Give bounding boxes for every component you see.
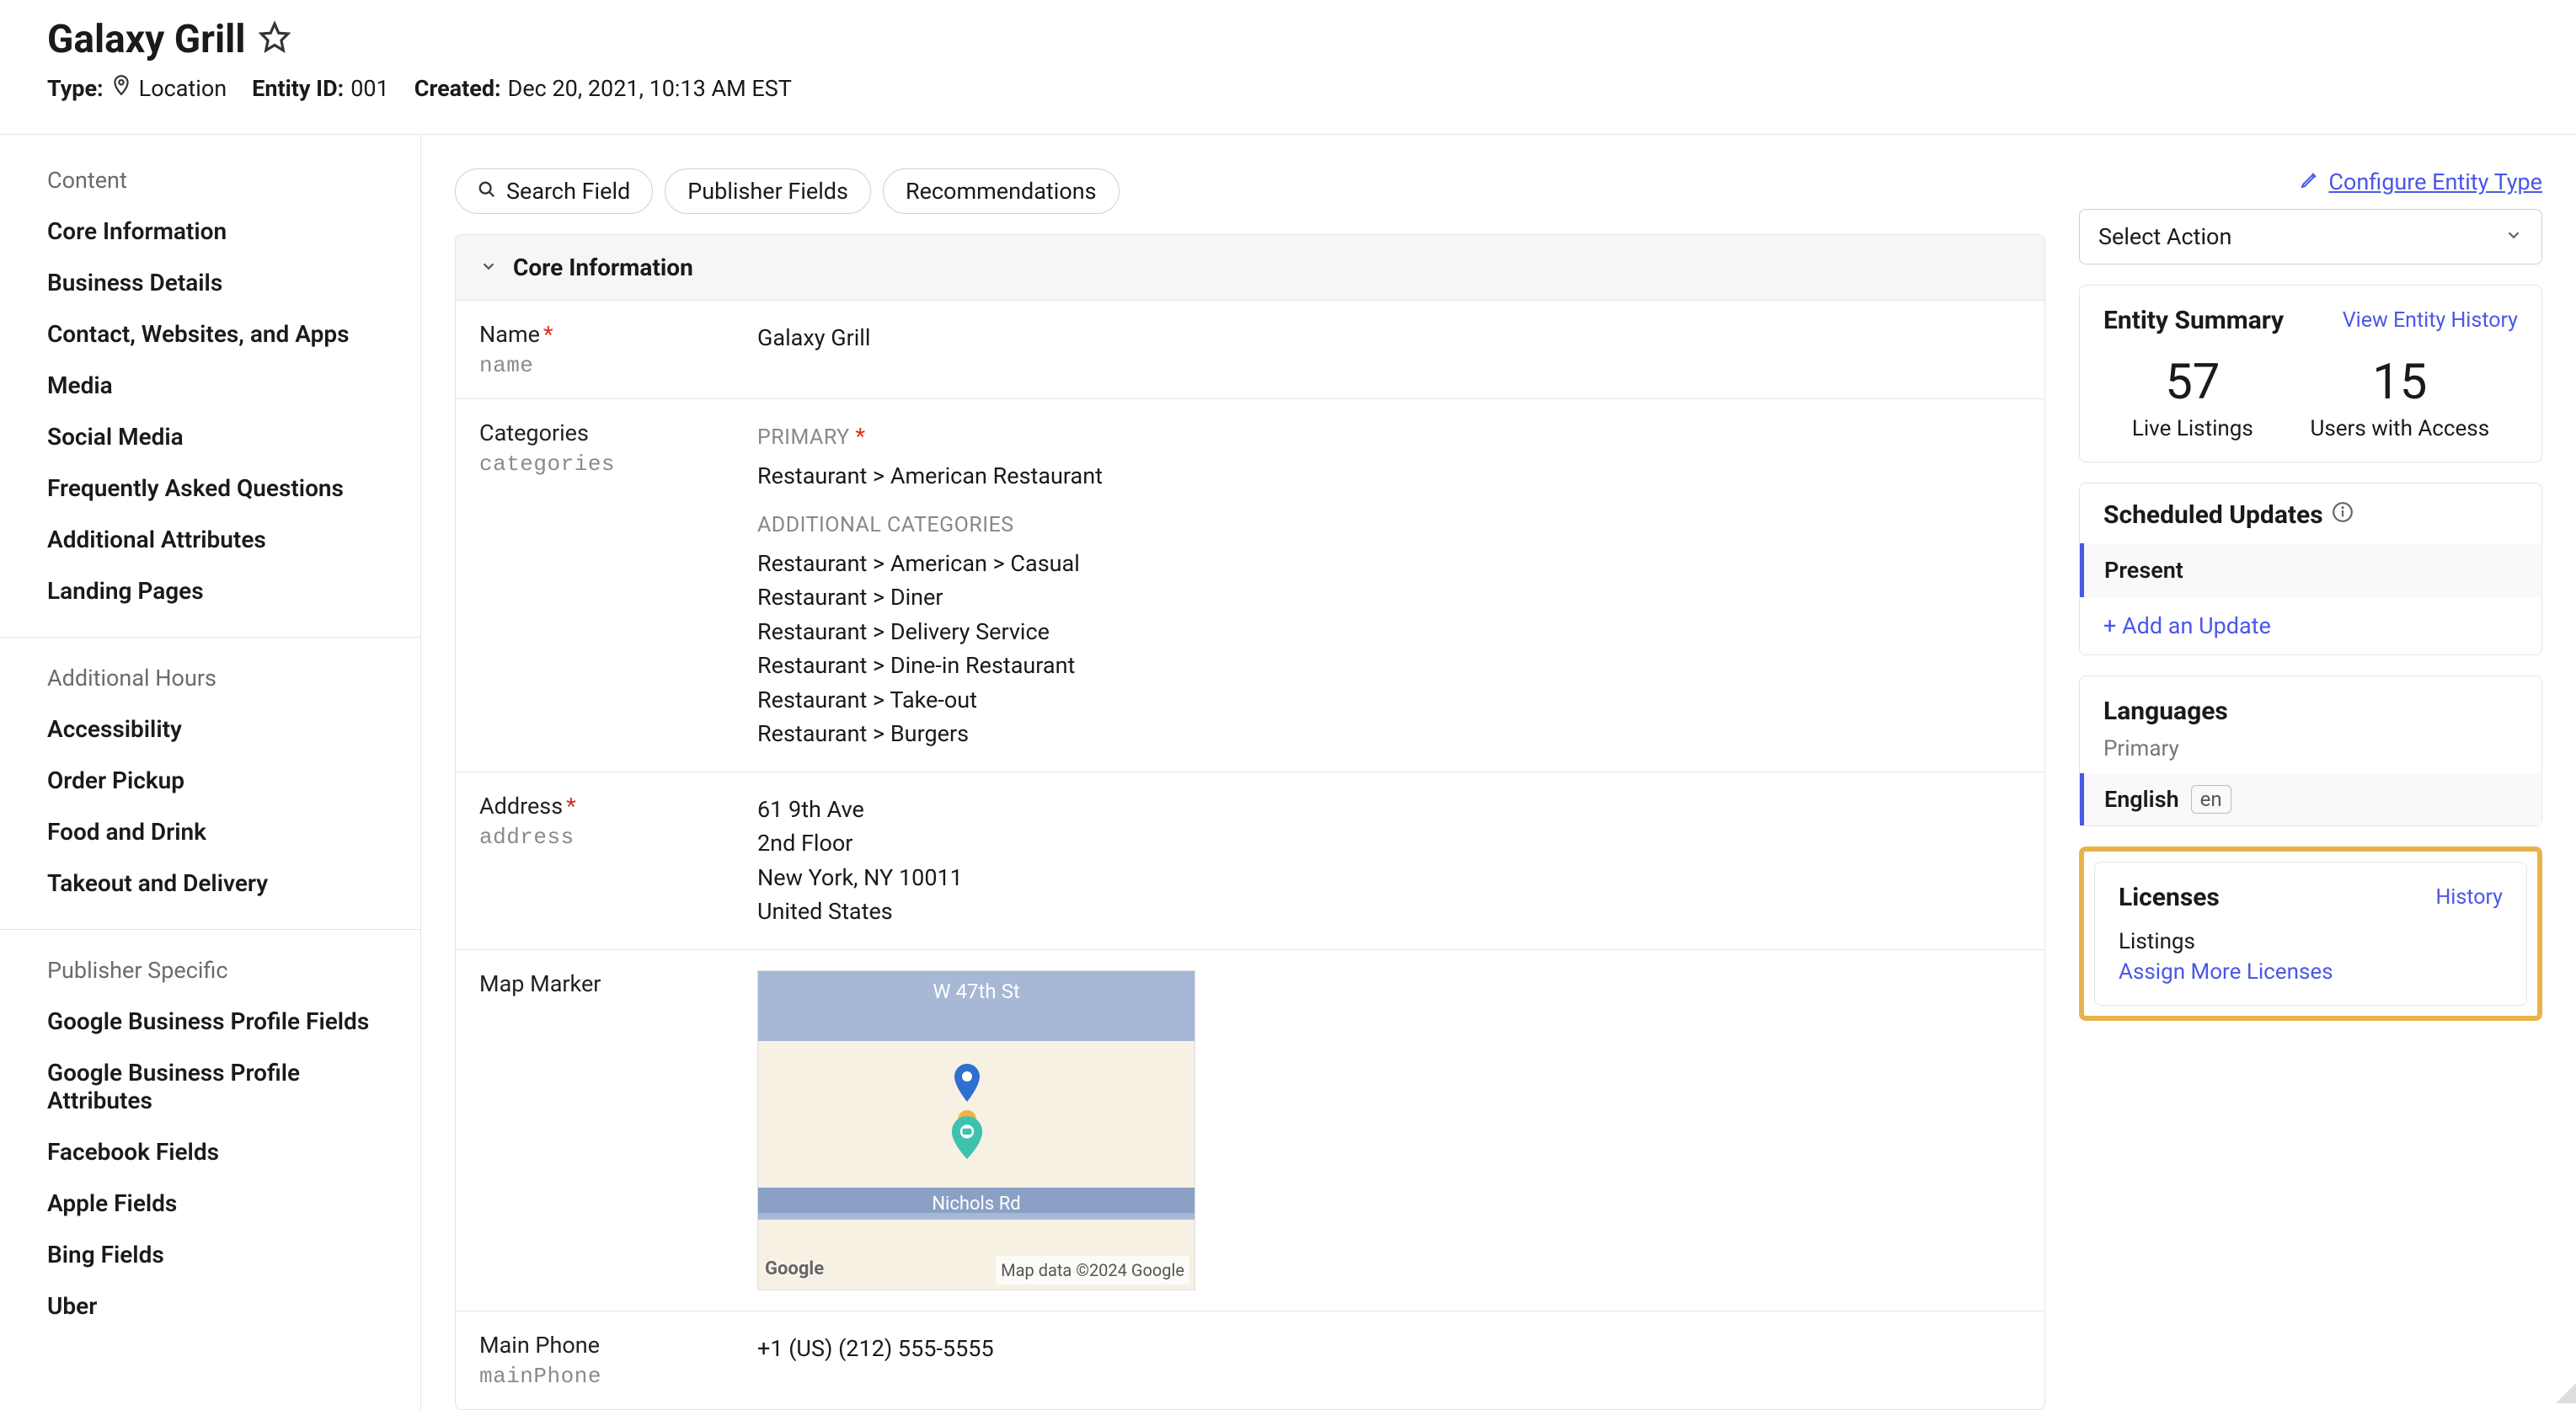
sidebar-item-facebook-fields[interactable]: Facebook Fields (0, 1126, 420, 1178)
core-information-header[interactable]: Core Information (456, 235, 2044, 301)
pencil-icon (2300, 168, 2320, 195)
map-google-logo: Google (765, 1255, 824, 1283)
map-attribution: Map data ©2024 Google (996, 1256, 1189, 1284)
meta-type: Type: Location (47, 74, 227, 102)
sidebar-item-takeout-delivery[interactable]: Takeout and Delivery (0, 857, 420, 909)
field-address[interactable]: Address* address 61 9th Ave 2nd Floor Ne… (456, 772, 2044, 950)
map-road-label: Nichols Rd (932, 1190, 1020, 1218)
right-rail: Configure Entity Type Select Action Enti… (2079, 168, 2542, 1410)
field-name[interactable]: Name* name Galaxy Grill (456, 301, 2044, 399)
field-map-marker[interactable]: Map Marker W 47th St Nichols Rd (456, 950, 2044, 1311)
sidebar-item-accessibility[interactable]: Accessibility (0, 703, 420, 755)
scheduled-updates-title: Scheduled Updates (2103, 500, 2323, 530)
sidebar-section-content: Content (0, 158, 420, 206)
language-code-badge: en (2191, 785, 2231, 814)
sidebar-item-google-business-profile-fields[interactable]: Google Business Profile Fields (0, 996, 420, 1047)
meta-entity-id: Entity ID: 001 (252, 75, 389, 102)
licenses-title: Licenses (2119, 883, 2220, 912)
sidebar-item-google-business-profile-attributes[interactable]: Google Business Profile Attributes (0, 1047, 420, 1126)
languages-title: Languages (2103, 697, 2518, 726)
licenses-listings-label: Listings (2119, 929, 2503, 954)
select-action-dropdown[interactable]: Select Action (2079, 209, 2542, 264)
language-english[interactable]: English en (2080, 773, 2541, 825)
recommendations-pill[interactable]: Recommendations (883, 168, 1120, 214)
configure-entity-type-link[interactable]: Configure Entity Type (2079, 168, 2542, 195)
core-information-panel: Core Information Name* name Galaxy Grill… (455, 234, 2045, 1410)
field-main-phone[interactable]: Main Phone mainPhone +1 (US) (212) 555-5… (456, 1311, 2044, 1409)
assign-more-licenses-link[interactable]: Assign More Licenses (2119, 959, 2503, 985)
map-preview[interactable]: W 47th St Nichols Rd Google Map data ©20… (757, 970, 1195, 1290)
page-header: Galaxy Grill Type: Location Entity ID: 0… (0, 0, 2576, 124)
map-pin-teal-icon (948, 1110, 986, 1159)
map-street-label: W 47th St (933, 976, 1019, 1007)
chevron-down-icon (2504, 223, 2523, 250)
sidebar-item-food-and-drink[interactable]: Food and Drink (0, 806, 420, 857)
sidebar-item-order-pickup[interactable]: Order Pickup (0, 755, 420, 806)
entity-summary-card: Entity Summary View Entity History 57 Li… (2079, 285, 2542, 462)
licenses-highlight: Licenses History Listings Assign More Li… (2079, 847, 2542, 1021)
licenses-history-link[interactable]: History (2435, 885, 2503, 910)
search-field-pill[interactable]: Search Field (455, 168, 653, 214)
scheduled-updates-card: Scheduled Updates Present + Add an Updat… (2079, 483, 2542, 655)
licenses-card: Licenses History Listings Assign More Li… (2094, 862, 2527, 1006)
favorite-star-icon[interactable] (259, 21, 291, 59)
sidebar-item-apple-fields[interactable]: Apple Fields (0, 1178, 420, 1229)
field-categories[interactable]: Categories categories PRIMARY * Restaura… (456, 399, 2044, 772)
sidebar-section-publisher-specific: Publisher Specific (0, 948, 420, 996)
chevron-down-icon (479, 254, 498, 281)
sidebar-item-additional-attributes[interactable]: Additional Attributes (0, 514, 420, 565)
sidebar-item-bing-fields[interactable]: Bing Fields (0, 1229, 420, 1280)
stat-live-listings: 57 Live Listings (2132, 354, 2253, 441)
languages-card: Languages Primary English en (2079, 676, 2542, 826)
add-update-link[interactable]: + Add an Update (2080, 597, 2541, 654)
location-pin-icon (110, 74, 132, 102)
sidebar-item-contact-websites-apps[interactable]: Contact, Websites, and Apps (0, 308, 420, 360)
entity-title: Galaxy Grill (47, 17, 245, 62)
left-sidebar: Content Core Information Business Detail… (0, 135, 421, 1410)
sidebar-item-core-information[interactable]: Core Information (0, 206, 420, 257)
search-icon (478, 178, 496, 205)
info-icon[interactable] (2332, 501, 2354, 529)
map-pin-blue-icon (952, 1064, 982, 1104)
sidebar-item-social-media[interactable]: Social Media (0, 411, 420, 462)
publisher-fields-pill[interactable]: Publisher Fields (665, 168, 871, 214)
meta-created: Created: Dec 20, 2021, 10:13 AM EST (414, 75, 792, 102)
stat-users-with-access: 15 Users with Access (2310, 354, 2489, 441)
scheduled-update-present[interactable]: Present (2080, 543, 2541, 597)
sidebar-item-landing-pages[interactable]: Landing Pages (0, 565, 420, 617)
sidebar-item-uber[interactable]: Uber (0, 1280, 420, 1332)
entity-summary-title: Entity Summary (2103, 306, 2284, 335)
sidebar-item-business-details[interactable]: Business Details (0, 257, 420, 308)
sidebar-item-media[interactable]: Media (0, 360, 420, 411)
sidebar-item-faq[interactable]: Frequently Asked Questions (0, 462, 420, 514)
sidebar-section-additional-hours: Additional Hours (0, 656, 420, 703)
language-primary-label: Primary (2080, 736, 2541, 761)
resize-corner-icon[interactable] (2556, 1383, 2576, 1403)
view-entity-history-link[interactable]: View Entity History (2343, 308, 2518, 333)
